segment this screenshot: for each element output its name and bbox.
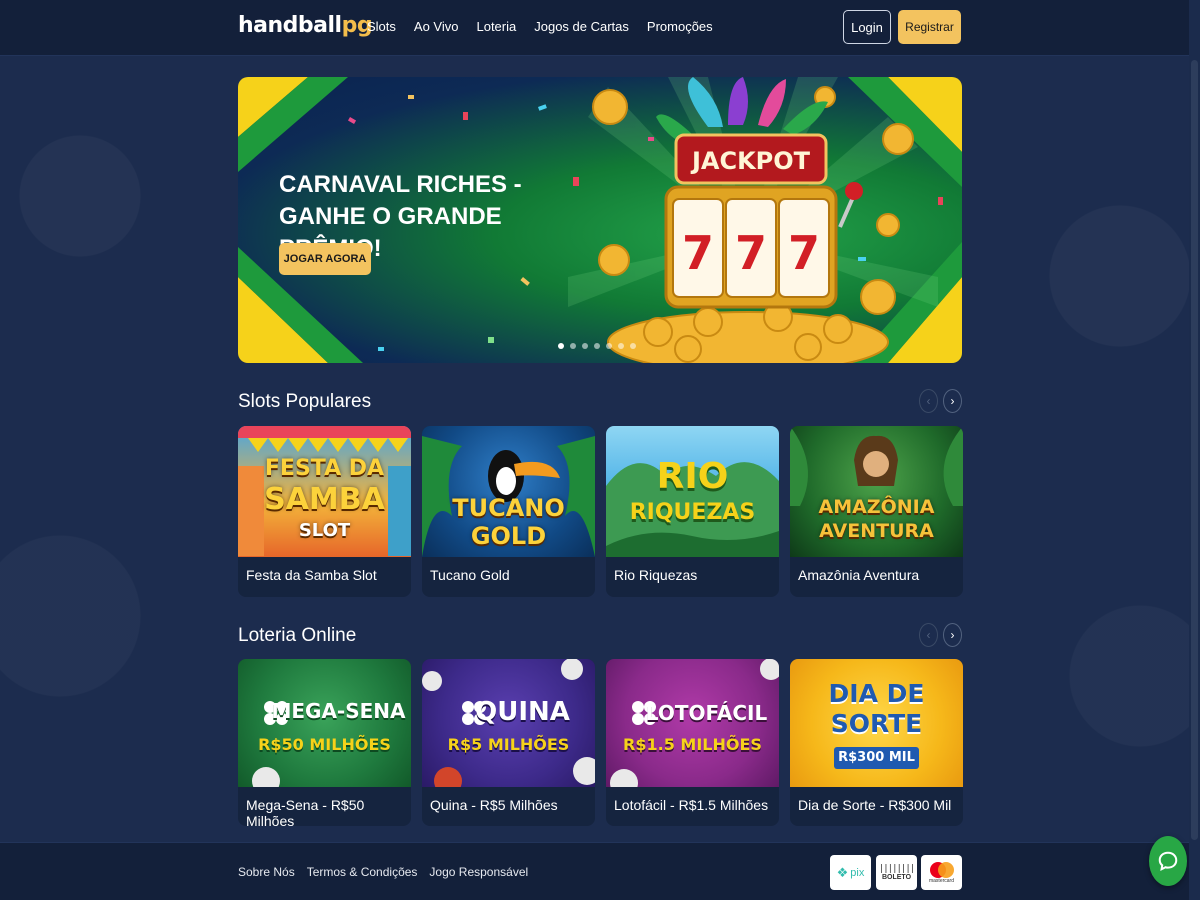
art-line: AVENTURA [819, 520, 934, 542]
carousel-dot[interactable] [570, 343, 576, 349]
page-scrollbar[interactable] [1189, 0, 1200, 900]
chat-icon [1158, 851, 1178, 872]
chevron-left-icon[interactable]: ‹ [919, 623, 938, 647]
pix-icon: ❖ [836, 864, 849, 880]
lottery-title: Mega-Sena - R$50 Milhões [246, 797, 365, 826]
game-title: Rio Riquezas [614, 567, 698, 583]
game-title: Festa da Samba Slot [246, 567, 377, 583]
lottery-card-row: MEGA-SENA R$50 MILHÕES Mega-Sena - R$50 … [238, 659, 963, 826]
lottery-thumbnail: QUINA R$5 MILHÕES [422, 659, 595, 787]
art-line: RIQUEZAS [629, 500, 756, 525]
slots-card-row: FESTA DA SAMBA SLOT Festa da Samba Slot … [238, 426, 963, 597]
footer-link-sobre-nos[interactable]: Sobre Nós [238, 865, 295, 879]
register-button[interactable]: Registrar [898, 10, 961, 44]
login-button[interactable]: Login [843, 10, 891, 44]
footer-links: Sobre Nós Termos & Condições Jogo Respon… [238, 865, 528, 879]
logo-main: handball [238, 13, 342, 38]
carousel-dot[interactable] [606, 343, 612, 349]
mastercard-icon [929, 861, 954, 878]
nav-jogos-de-cartas[interactable]: Jogos de Cartas [534, 19, 629, 34]
game-thumbnail: RIO RIQUEZAS [606, 426, 779, 557]
lottery-title: Dia de Sorte - R$300 Mil [798, 797, 952, 813]
lottery-card-lotofacil[interactable]: LOTOFÁCIL R$1.5 MILHÕES Lotofácil - R$1.… [606, 659, 779, 826]
top-header: handballpg Slots Ao Vivo Loteria Jogos d… [0, 0, 1200, 56]
carousel-dot[interactable] [582, 343, 588, 349]
lottery-art-prize: R$5 MILHÕES [447, 735, 570, 754]
nav-slots[interactable]: Slots [367, 19, 396, 34]
game-card-tucano-gold[interactable]: TUCANO GOLD Tucano Gold [422, 426, 595, 597]
play-now-button[interactable]: JOGAR AGORA [279, 243, 371, 275]
reel-1: 7 [682, 226, 714, 280]
art-line: SLOT [298, 520, 351, 541]
carousel-dot[interactable] [618, 343, 624, 349]
chevron-left-icon[interactable]: ‹ [919, 389, 938, 413]
art-line: RIO [656, 456, 729, 497]
lottery-art-prize: R$50 MILHÕES [258, 735, 391, 754]
pix-label: pix [850, 866, 865, 879]
game-card-rio-riquezas[interactable]: RIO RIQUEZAS Rio Riquezas [606, 426, 779, 597]
carousel-dot[interactable] [630, 343, 636, 349]
chevron-right-icon[interactable]: › [943, 389, 962, 413]
lottery-art-name: DIA DE SORTE [828, 679, 925, 738]
lottery-thumbnail: DIA DE SORTE R$300 MIL [790, 659, 963, 787]
lottery-art-prize: R$300 MIL [838, 750, 915, 765]
boleto-label: BOLETO [881, 874, 912, 881]
hero-banner[interactable]: JACKPOT 7 7 7 CARNAVAL RICHES - GANHE O … [238, 77, 962, 363]
chevron-right-icon[interactable]: › [943, 623, 962, 647]
lottery-title: Lotofácil - R$1.5 Milhões [614, 797, 769, 813]
slots-section-title: Slots Populares [238, 391, 372, 412]
jackpot-sign: JACKPOT [690, 147, 811, 175]
reel-3: 7 [788, 226, 820, 280]
barcode-icon: |||||||| [878, 864, 915, 874]
reel-2: 7 [735, 226, 767, 280]
slots-carousel-arrows: ‹ › [919, 389, 962, 413]
game-title: Tucano Gold [430, 567, 510, 583]
lottery-thumbnail: LOTOFÁCIL R$1.5 MILHÕES [606, 659, 779, 787]
lottery-art-prize: R$1.5 MILHÕES [623, 735, 762, 754]
art-line: FESTA DA [264, 456, 385, 481]
mastercard-label: mastercard [928, 877, 954, 884]
lottery-art-name: QUINA [475, 697, 570, 727]
lottery-section-title: Loteria Online [238, 625, 357, 646]
carousel-dot[interactable] [594, 343, 600, 349]
lottery-art-name: LOTOFÁCIL [645, 701, 768, 725]
art-line: AMAZÔNIA [818, 496, 935, 518]
logo[interactable]: handballpg [238, 13, 373, 38]
chat-button[interactable] [1149, 836, 1187, 886]
game-thumbnail: FESTA DA SAMBA SLOT [238, 426, 411, 557]
main-nav: Slots Ao Vivo Loteria Jogos de Cartas Pr… [367, 19, 713, 34]
footer: Sobre Nós Termos & Condições Jogo Respon… [0, 842, 1200, 900]
lottery-card-dia-de-sorte[interactable]: DIA DE SORTE R$300 MIL Dia de Sorte - R$… [790, 659, 963, 826]
footer-link-jogo-responsavel[interactable]: Jogo Responsável [429, 865, 528, 879]
game-thumbnail: TUCANO GOLD [422, 426, 595, 557]
art-line: SAMBA [264, 482, 385, 517]
art-line: TUCANO [452, 494, 565, 522]
lottery-title: Quina - R$5 Milhões [430, 797, 558, 813]
game-card-amazonia-aventura[interactable]: AMAZÔNIA AVENTURA Amazônia Aventura [790, 426, 963, 597]
carousel-dot[interactable] [558, 343, 564, 349]
nav-promocoes[interactable]: Promoções [647, 19, 713, 34]
lottery-card-quina[interactable]: QUINA R$5 MILHÕES Quina - R$5 Milhões [422, 659, 595, 826]
boleto-logo: |||||||| BOLETO [876, 855, 917, 890]
nav-loteria[interactable]: Loteria [476, 19, 516, 34]
scrollbar-thumb[interactable] [1191, 60, 1198, 840]
art-line: GOLD [470, 522, 547, 550]
game-thumbnail: AMAZÔNIA AVENTURA [790, 426, 963, 557]
game-card-festa-da-samba[interactable]: FESTA DA SAMBA SLOT Festa da Samba Slot [238, 426, 411, 597]
lottery-art-name: MEGA-SENA [271, 699, 406, 723]
mastercard-logo: mastercard [921, 855, 962, 890]
nav-ao-vivo[interactable]: Ao Vivo [414, 19, 459, 34]
lottery-thumbnail: MEGA-SENA R$50 MILHÕES [238, 659, 411, 787]
pix-logo: ❖ pix [830, 855, 871, 890]
footer-link-termos[interactable]: Termos & Condições [307, 865, 418, 879]
lottery-card-mega-sena[interactable]: MEGA-SENA R$50 MILHÕES Mega-Sena - R$50 … [238, 659, 411, 826]
lottery-carousel-arrows: ‹ › [919, 623, 962, 647]
carousel-dots [558, 343, 636, 349]
game-title: Amazônia Aventura [798, 567, 920, 583]
